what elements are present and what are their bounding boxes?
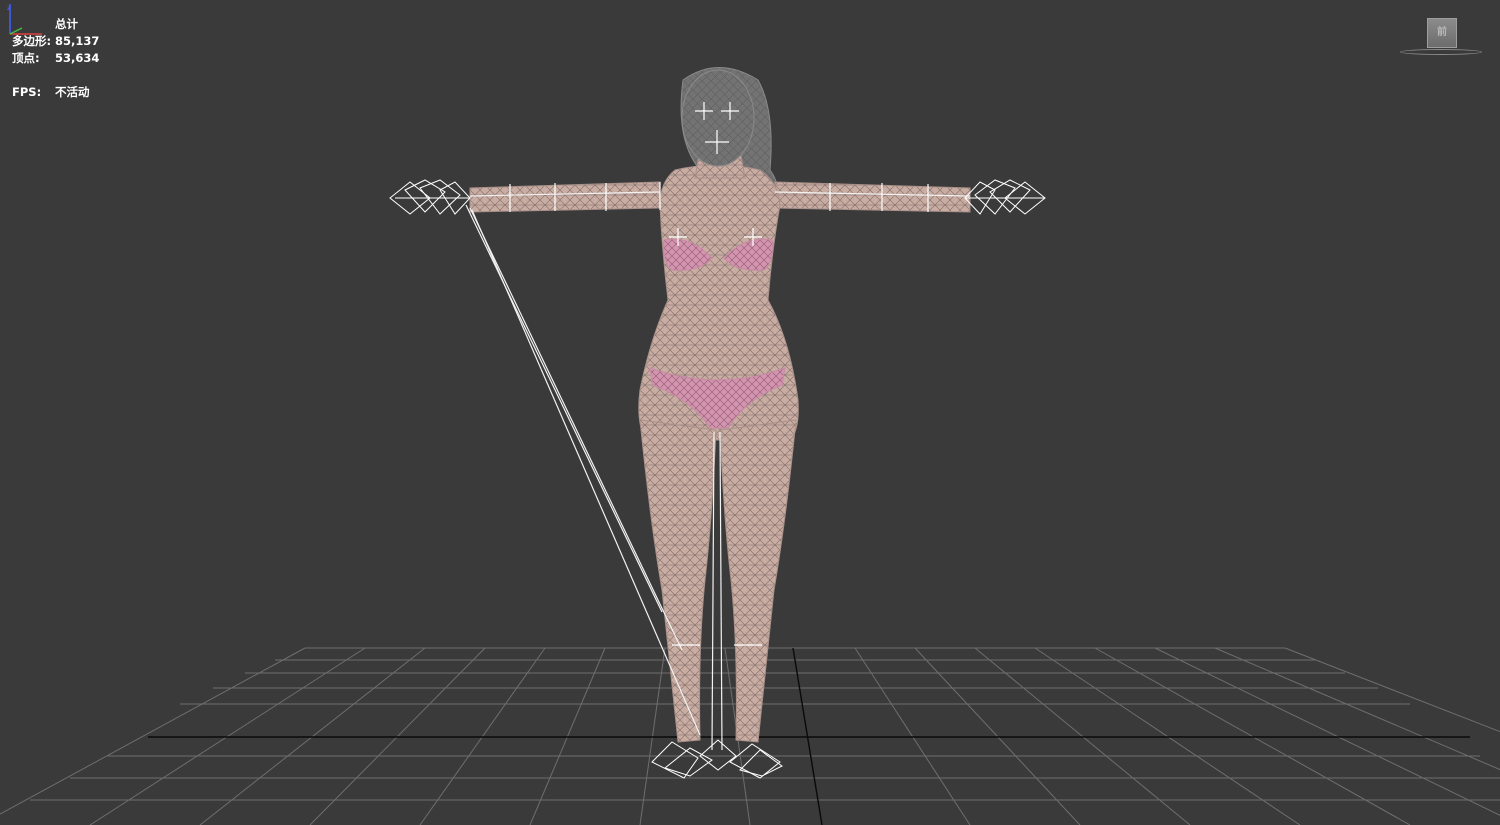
viewcube-front-face[interactable]: 前 [1427, 18, 1457, 48]
fps-label: FPS: [12, 85, 42, 99]
left-leg-mesh [639, 419, 717, 743]
feet-helpers[interactable] [651, 739, 783, 779]
right-arm-mesh [774, 181, 971, 213]
left-hand-helpers[interactable] [389, 179, 471, 215]
polygons-value: 85,137 [55, 34, 100, 48]
character-model[interactable] [469, 67, 971, 743]
axis-tripod-icon: z [7, 4, 42, 35]
vertices-value: 53,634 [55, 51, 100, 65]
fps-value: 不活动 [55, 85, 90, 99]
viewcube-compass-ring[interactable] [1400, 49, 1482, 55]
right-hand-helpers[interactable] [964, 179, 1046, 215]
viewport-canvas[interactable] [0, 0, 1500, 825]
grid-axis-lines [148, 647, 1470, 825]
vertices-label: 顶点: [12, 51, 40, 65]
head-mesh [681, 69, 755, 167]
stats-header: 总计 [55, 17, 78, 31]
viewcube[interactable]: 前 [1398, 14, 1484, 60]
svg-text:z: z [7, 4, 11, 12]
left-arm-mesh [469, 181, 661, 213]
perspective-viewport[interactable]: 总计 多边形: 85,137 顶点: 53,634 FPS: 不活动 前 z [0, 0, 1500, 825]
